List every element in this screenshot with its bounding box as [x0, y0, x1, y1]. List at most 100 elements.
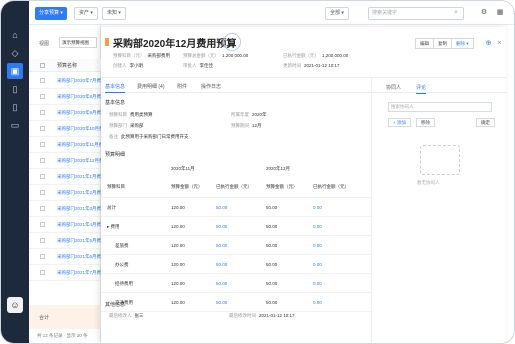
collab-tabs: 协同人 评论 — [372, 81, 507, 94]
executed-amount-cell[interactable]: 50.00 — [216, 205, 227, 210]
table-row: 招待费用 120.00 50.00 50.00 0.00 — [101, 274, 371, 293]
tab-basic-info[interactable]: 基本信息 — [105, 83, 126, 93]
list-item[interactable]: 采购部门2021年2月费用预算 — [29, 185, 115, 201]
list-item[interactable]: 采购部门2020年7月费用预算 — [29, 73, 115, 89]
row-checkbox[interactable] — [40, 190, 45, 195]
avatar[interactable]: ☺ — [7, 297, 23, 313]
search-input[interactable]: 搜索关键字 — [368, 7, 464, 20]
group-header-2: 2020年12月 — [266, 166, 291, 171]
delete-dropdown-button[interactable]: 删除 ▾ — [451, 38, 474, 49]
row-subject: 差旅费 — [115, 243, 129, 248]
tab-comments[interactable]: 评论 — [416, 84, 427, 94]
empty-state-icon — [420, 145, 460, 175]
grid-icon[interactable]: ▦ — [495, 8, 505, 18]
row-checkbox[interactable] — [40, 110, 45, 115]
scope-filter[interactable]: 全部 ▾ — [325, 7, 349, 20]
row-checkbox[interactable] — [40, 142, 45, 147]
record-accent-bar — [105, 38, 109, 46]
home-icon[interactable]: ⌂ — [7, 27, 23, 43]
list-item[interactable]: 采购部门2021年4月费用预算 — [29, 217, 115, 233]
row-checkbox[interactable] — [40, 206, 45, 211]
executed-amount-cell[interactable]: 50.00 — [216, 224, 227, 229]
executed-amount-cell[interactable]: 50.00 — [216, 281, 227, 286]
list-item[interactable]: 采购部门2020年11月费用预算 — [29, 137, 117, 153]
collaborator-search-input[interactable]: 搜索协同人 — [388, 102, 492, 112]
list-item[interactable]: 采购部门2021年3月费用预算 — [29, 201, 115, 217]
add-icon[interactable]: ⊕ — [484, 39, 493, 48]
meta-approver: 审批人 李佳佳 — [183, 63, 213, 68]
row-checkbox[interactable] — [40, 94, 45, 99]
list-item[interactable]: 采购部门2020年12月费用预算 — [29, 153, 117, 169]
document-icon[interactable]: ▯ — [7, 81, 23, 97]
workspace-icon[interactable]: ◇ — [7, 45, 23, 61]
executed-amount-cell[interactable]: 0.00 — [313, 281, 322, 286]
search-icon[interactable]: ⌕ — [451, 8, 461, 18]
total-row: 合计 — [29, 305, 101, 329]
select-all-checkbox[interactable] — [40, 63, 45, 68]
table-row: 总计 120.00 50.00 50.00 0.00 — [101, 198, 371, 217]
row-subject: 招待费用 — [115, 281, 133, 286]
budget-amount-cell: 50.00 — [266, 243, 278, 248]
executed-amount-cell[interactable]: 0.00 — [313, 243, 322, 248]
list-header: 预算名称 — [29, 59, 101, 72]
row-checkbox[interactable] — [40, 238, 45, 243]
other-field-modified-time: 最后修改时间 2021-01-12 10:17 — [229, 313, 295, 318]
list-item[interactable]: 采购部门2021年7月费用预算 — [29, 265, 115, 281]
executed-amount-cell[interactable]: 0.00 — [313, 224, 322, 229]
budget-amount-cell: 50.00 — [266, 281, 278, 286]
executed-amount-cell[interactable]: 50.00 — [216, 243, 227, 248]
budget-amount-cell: 50.00 — [266, 262, 278, 267]
confirm-button[interactable]: 确定 — [476, 118, 495, 127]
list-item[interactable]: 采购部门2021年6月费用预算 — [29, 249, 115, 265]
tab-collaborators[interactable]: 协同人 — [386, 84, 401, 91]
row-checkbox[interactable] — [40, 78, 45, 83]
budget-amount-cell: 50.00 — [266, 224, 278, 229]
settings-icon[interactable]: ⚙ — [479, 8, 489, 18]
table-column-header: 预算科目 预算金额（元） 已执行金额（元） 预算金额（元） 已执行金额（元） — [101, 176, 371, 198]
other-info-heading: 其他信息 — [105, 302, 126, 308]
close-icon[interactable]: × — [495, 39, 504, 48]
executed-amount-cell[interactable]: 0.00 — [313, 205, 322, 210]
edit-button[interactable]: 编辑 — [415, 38, 434, 49]
basic-field-remark: 备注 此预算用于采购部门日常费用开支 — [109, 134, 189, 139]
report-icon[interactable]: ▯ — [7, 99, 23, 115]
row-checkbox[interactable] — [40, 158, 45, 163]
copy-button[interactable]: 复制 — [433, 38, 452, 49]
list-item[interactable]: 采购部门2020年8月费用预算 — [29, 89, 115, 105]
col-header-executed-1: 已执行金额（元） — [216, 184, 252, 189]
executed-amount-cell[interactable]: 0.00 — [313, 300, 322, 305]
page-title: 采购部2020年12月费用预算 — [113, 39, 237, 50]
row-checkbox[interactable] — [40, 174, 45, 179]
table-group-header: 2020年11月 2020年12月 — [101, 162, 371, 176]
row-checkbox[interactable] — [40, 254, 45, 259]
remove-collaborator-button[interactable]: 移除 — [416, 118, 435, 127]
left-nav-rail: ⌂ ◇ ▣ ▯ ▯ ▭ ☺ — [1, 1, 29, 343]
row-checkbox[interactable] — [40, 270, 45, 275]
executed-amount-cell[interactable]: 0.00 — [313, 262, 322, 267]
asset-filter[interactable]: 资产 ▾ — [74, 7, 98, 20]
table-row: 办公费 120.00 50.00 50.00 0.00 — [101, 255, 371, 274]
row-checkbox[interactable] — [40, 126, 45, 131]
list-icon[interactable]: ☰ — [511, 8, 514, 18]
add-collaborator-button[interactable]: + 添加 — [388, 118, 411, 127]
status-filter[interactable]: 未知 ▾ — [102, 7, 126, 20]
briefcase-icon[interactable]: ▭ — [7, 117, 23, 133]
list-item[interactable]: 采购部门2020年9月费用预算 — [29, 105, 115, 121]
tab-attachments[interactable]: 附件 — [177, 83, 187, 90]
view-filter-select[interactable]: 演示预算视图 — [59, 37, 97, 48]
budget-amount-cell: 120.00 — [171, 262, 185, 267]
share-budget-button[interactable]: 分享预算 ▾ — [35, 7, 67, 20]
column-header-name: 预算名称 — [57, 63, 78, 69]
list-item[interactable]: 采购部门2021年5月费用预算 — [29, 233, 115, 249]
tab-operation-log[interactable]: 操作日志 — [201, 83, 221, 90]
tab-expense-detail[interactable]: 费用明细 (4) — [137, 83, 165, 90]
list-item[interactable]: 采购部门2021年1月费用预算 — [29, 169, 115, 185]
list-item[interactable]: 采购部门2020年10月费用预算 — [29, 121, 117, 137]
basic-field-year: 所属年度 2020年 — [231, 112, 267, 117]
col-header-budget-2: 预算金额（元） — [266, 184, 298, 189]
basic-info-heading: 基本信息 — [105, 100, 126, 106]
budget-icon[interactable]: ▣ — [7, 63, 23, 79]
row-checkbox[interactable] — [40, 222, 45, 227]
executed-amount-cell[interactable]: 50.00 — [216, 300, 227, 305]
executed-amount-cell[interactable]: 50.00 — [216, 262, 227, 267]
